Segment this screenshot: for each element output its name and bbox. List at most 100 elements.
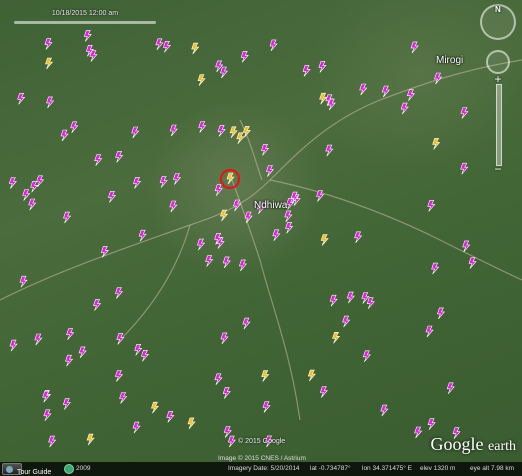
magenta-marker-icon[interactable] (431, 262, 440, 275)
magenta-marker-icon[interactable] (70, 121, 79, 133)
magenta-marker-icon[interactable] (83, 30, 92, 42)
magenta-marker-icon[interactable] (138, 229, 147, 242)
magenta-marker-icon[interactable] (227, 435, 236, 448)
magenta-marker-icon[interactable] (28, 198, 37, 211)
magenta-marker-icon[interactable] (359, 83, 368, 96)
magenta-marker-icon[interactable] (162, 40, 172, 53)
tour-guide-button[interactable]: Tour Guide (2, 463, 51, 476)
yellow-marker-icon[interactable] (229, 126, 238, 138)
magenta-marker-icon[interactable] (115, 151, 124, 163)
magenta-marker-icon[interactable] (17, 93, 26, 105)
satellite-map[interactable]: Mirogi Ndhiwa 10/18/2015 12:00 am N + − … (0, 0, 522, 476)
magenta-marker-icon[interactable] (166, 411, 175, 423)
magenta-marker-icon[interactable] (362, 350, 371, 362)
magenta-marker-icon[interactable] (244, 211, 253, 224)
magenta-marker-icon[interactable] (9, 339, 18, 352)
yellow-marker-icon[interactable] (187, 417, 196, 430)
magenta-marker-icon[interactable] (462, 240, 471, 253)
magenta-marker-icon[interactable] (425, 325, 434, 338)
magenta-marker-icon[interactable] (214, 184, 223, 196)
magenta-marker-icon[interactable] (400, 102, 409, 115)
magenta-marker-icon[interactable] (325, 144, 334, 157)
magenta-marker-icon[interactable] (114, 370, 124, 382)
time-slider-track[interactable] (14, 21, 156, 24)
magenta-marker-icon[interactable] (380, 404, 389, 417)
magenta-marker-icon[interactable] (214, 373, 223, 385)
magenta-marker-icon[interactable] (60, 129, 69, 142)
magenta-marker-icon[interactable] (43, 409, 52, 421)
magenta-marker-icon[interactable] (107, 191, 117, 203)
magenta-marker-icon[interactable] (319, 386, 328, 398)
magenta-marker-icon[interactable] (354, 231, 363, 243)
magenta-marker-icon[interactable] (222, 387, 231, 399)
magenta-marker-icon[interactable] (238, 259, 248, 272)
yellow-marker-icon[interactable] (197, 74, 206, 86)
magenta-marker-icon[interactable] (131, 126, 140, 139)
magenta-marker-icon[interactable] (134, 343, 143, 356)
magenta-marker-icon[interactable] (272, 229, 281, 241)
yellow-marker-icon[interactable] (86, 433, 95, 446)
magenta-marker-icon[interactable] (285, 222, 294, 234)
magenta-marker-icon[interactable] (172, 173, 182, 185)
magenta-marker-icon[interactable] (217, 125, 226, 137)
magenta-marker-icon[interactable] (265, 165, 275, 177)
magenta-marker-icon[interactable] (159, 176, 168, 188)
magenta-marker-icon[interactable] (196, 238, 206, 251)
place-label-ndhiwa[interactable]: Ndhiwa (254, 200, 287, 211)
magenta-marker-icon[interactable] (114, 287, 124, 299)
yellow-marker-icon[interactable] (319, 92, 328, 105)
zoom-out-icon[interactable]: − (491, 162, 505, 176)
navigation-controls[interactable]: N + − (480, 4, 516, 176)
magenta-marker-icon[interactable] (34, 333, 43, 346)
yellow-marker-icon[interactable] (432, 138, 441, 150)
magenta-marker-icon[interactable] (346, 291, 355, 304)
magenta-marker-icon[interactable] (62, 398, 71, 410)
magenta-marker-icon[interactable] (318, 61, 327, 73)
magenta-marker-icon[interactable] (460, 107, 469, 119)
magenta-marker-icon[interactable] (286, 198, 295, 210)
yellow-marker-icon[interactable] (191, 42, 200, 55)
magenta-marker-icon[interactable] (446, 382, 455, 394)
zoom-slider[interactable] (496, 84, 502, 166)
magenta-marker-icon[interactable] (261, 144, 270, 156)
magenta-marker-icon[interactable] (219, 66, 229, 79)
magenta-marker-icon[interactable] (46, 96, 55, 109)
yellow-marker-icon[interactable] (261, 370, 270, 382)
magenta-marker-icon[interactable] (42, 390, 51, 403)
magenta-marker-icon[interactable] (434, 72, 443, 85)
magenta-marker-icon[interactable] (22, 189, 31, 201)
magenta-marker-icon[interactable] (262, 401, 271, 413)
magenta-marker-icon[interactable] (30, 181, 39, 193)
magenta-marker-icon[interactable] (169, 200, 178, 213)
magenta-marker-icon[interactable] (414, 426, 423, 439)
magenta-marker-icon[interactable] (78, 346, 87, 359)
magenta-marker-icon[interactable] (460, 162, 469, 175)
magenta-marker-icon[interactable] (427, 200, 436, 212)
yellow-marker-icon[interactable] (332, 331, 341, 344)
yellow-marker-icon[interactable] (220, 209, 229, 222)
magenta-marker-icon[interactable] (94, 154, 103, 166)
magenta-marker-icon[interactable] (140, 349, 150, 362)
yellow-marker-icon[interactable] (236, 132, 245, 144)
magenta-marker-icon[interactable] (116, 333, 125, 345)
magenta-marker-icon[interactable] (342, 315, 351, 328)
magenta-marker-icon[interactable] (205, 255, 214, 267)
magenta-marker-icon[interactable] (427, 418, 436, 430)
magenta-marker-icon[interactable] (119, 392, 128, 404)
magenta-marker-icon[interactable] (284, 210, 293, 223)
yellow-marker-icon[interactable] (150, 401, 160, 414)
magenta-marker-icon[interactable] (220, 332, 229, 345)
yellow-marker-icon[interactable] (45, 57, 54, 70)
magenta-marker-icon[interactable] (366, 297, 375, 309)
place-label-mirogi[interactable]: Mirogi (436, 55, 463, 66)
magenta-marker-icon[interactable] (242, 317, 251, 330)
magenta-marker-icon[interactable] (410, 41, 419, 54)
magenta-marker-icon[interactable] (65, 354, 74, 367)
magenta-marker-icon[interactable] (132, 421, 141, 434)
magenta-marker-icon[interactable] (48, 435, 57, 448)
magenta-marker-icon[interactable] (329, 294, 338, 307)
yellow-marker-icon[interactable] (320, 234, 329, 246)
yellow-marker-icon[interactable] (307, 369, 316, 382)
magenta-marker-icon[interactable] (93, 299, 102, 311)
look-joystick[interactable] (486, 50, 510, 74)
